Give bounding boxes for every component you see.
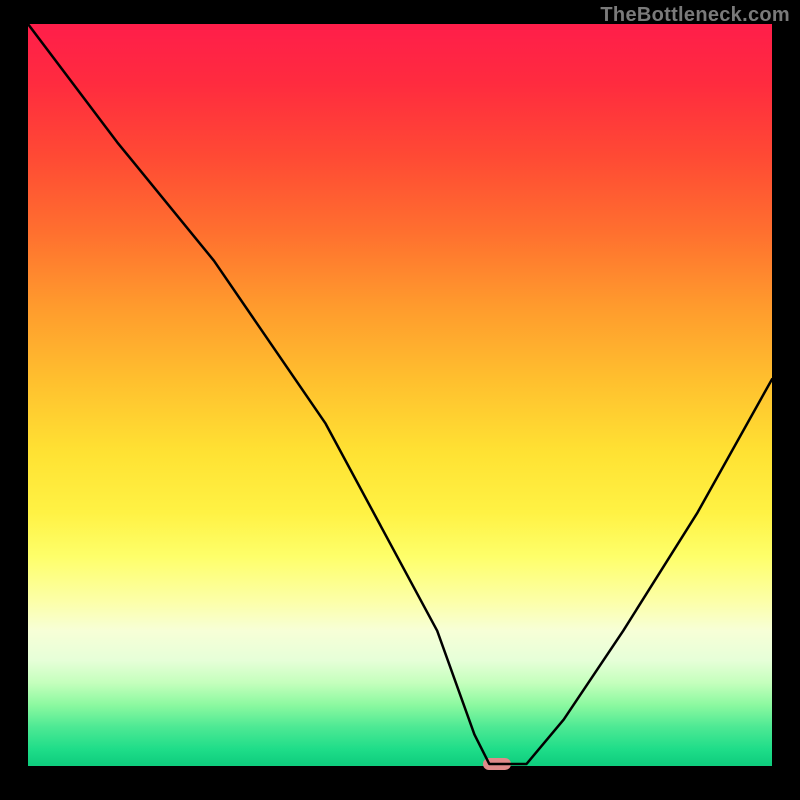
chart-area	[28, 24, 772, 774]
bottleneck-marker	[483, 758, 511, 770]
gradient-background	[28, 24, 772, 764]
chart-baseline	[28, 764, 772, 766]
